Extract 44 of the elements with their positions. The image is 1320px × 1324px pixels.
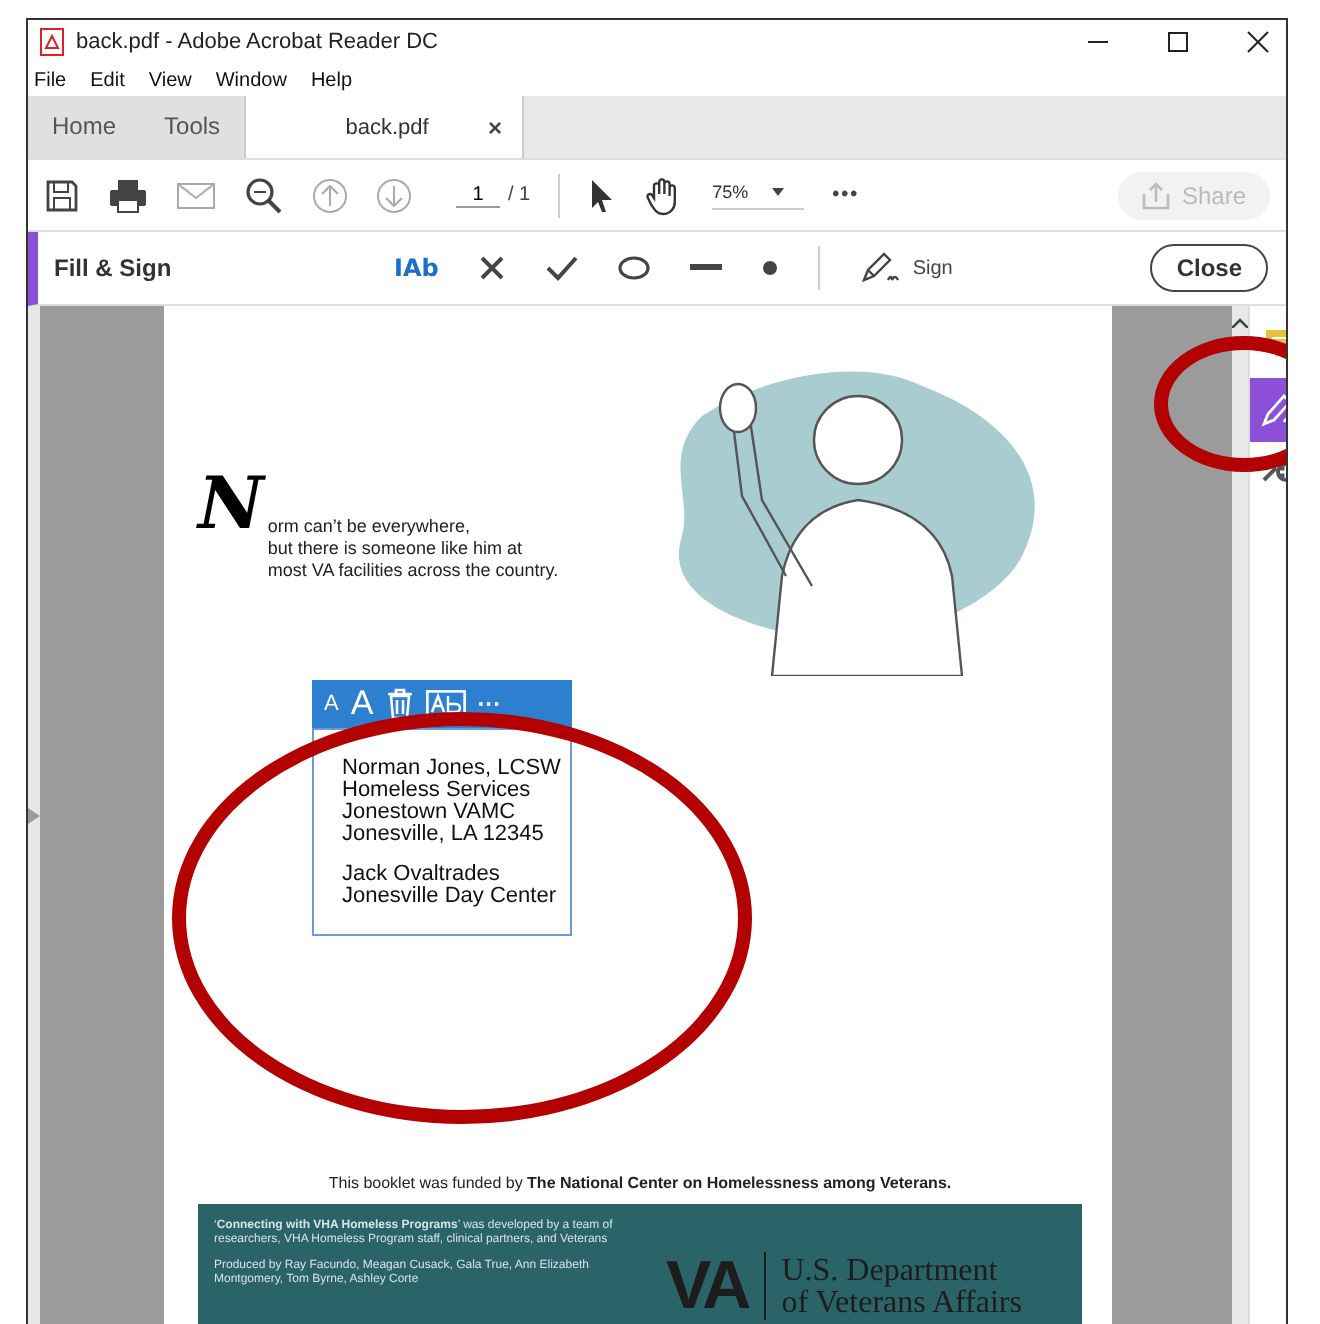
- cross-icon[interactable]: [478, 254, 507, 282]
- intro-paragraph: orm can’t be everywhere, but there is someone like him at most VA facilities across the country.: [267, 516, 559, 582]
- department-name: U.S. Department of Veterans Affairs: [781, 1256, 1022, 1320]
- drop-cap: N: [198, 474, 264, 534]
- nav-tab[interactable]: Home: [28, 96, 141, 158]
- save-icon[interactable]: [44, 177, 80, 213]
- pdf-file-icon: [40, 28, 64, 56]
- window-title: back.pdf - Adobe Acrobat Reader DC: [76, 30, 440, 54]
- increase-font-button[interactable]: A: [350, 684, 374, 724]
- close-tab-icon[interactable]: ×: [488, 113, 503, 141]
- menu-item[interactable]: File: [34, 69, 67, 91]
- maximize-icon[interactable]: [1166, 30, 1190, 54]
- more-options-button[interactable]: ···: [477, 690, 502, 718]
- zoom-out-icon[interactable]: [244, 175, 284, 215]
- document-tab[interactable]: back.pdf ×: [244, 96, 525, 158]
- decrease-font-button[interactable]: A: [324, 692, 339, 716]
- fill-sign-title: Fill & Sign: [54, 254, 174, 282]
- funding-note: This booklet was funded by The National Center on Homelessness among Veterans.: [326, 1174, 954, 1192]
- close-button[interactable]: Close: [1150, 244, 1268, 292]
- page-number-field[interactable]: 1: [456, 183, 500, 207]
- add-text-tool[interactable]: IAb: [394, 254, 439, 282]
- trash-icon[interactable]: [385, 688, 414, 720]
- menu-item[interactable]: Help: [310, 69, 353, 91]
- page-count: / 1: [508, 184, 531, 206]
- menu-item[interactable]: Edit: [90, 69, 125, 91]
- circle-annotation: [1154, 336, 1286, 472]
- va-logo: VA: [666, 1252, 766, 1320]
- sign-button[interactable]: Sign: [860, 252, 953, 284]
- nav-tab[interactable]: Tools: [140, 96, 245, 158]
- more-tools-button[interactable]: •••: [832, 184, 860, 206]
- scroll-up-icon[interactable]: [1232, 318, 1248, 328]
- text-field-icon[interactable]: [425, 690, 466, 718]
- pointer-icon[interactable]: [588, 177, 617, 213]
- print-icon[interactable]: [108, 177, 148, 213]
- share-icon: [1141, 181, 1170, 209]
- dot-icon[interactable]: [762, 260, 779, 276]
- text-field[interactable]: Norman Jones, LCSW Homeless Services Jonestown VAMC Jonesville, LA 12345 Jack Ovaltrades Jonesville Day Center: [312, 728, 572, 936]
- checkmark-icon[interactable]: [546, 254, 579, 282]
- menu-item[interactable]: View: [148, 69, 192, 91]
- close-icon[interactable]: [1246, 30, 1270, 54]
- pen-signature-icon: [860, 252, 905, 284]
- zoom-dropdown[interactable]: 75%: [712, 181, 805, 209]
- menu-item[interactable]: Window: [215, 69, 287, 91]
- ellipse-icon[interactable]: [618, 256, 651, 280]
